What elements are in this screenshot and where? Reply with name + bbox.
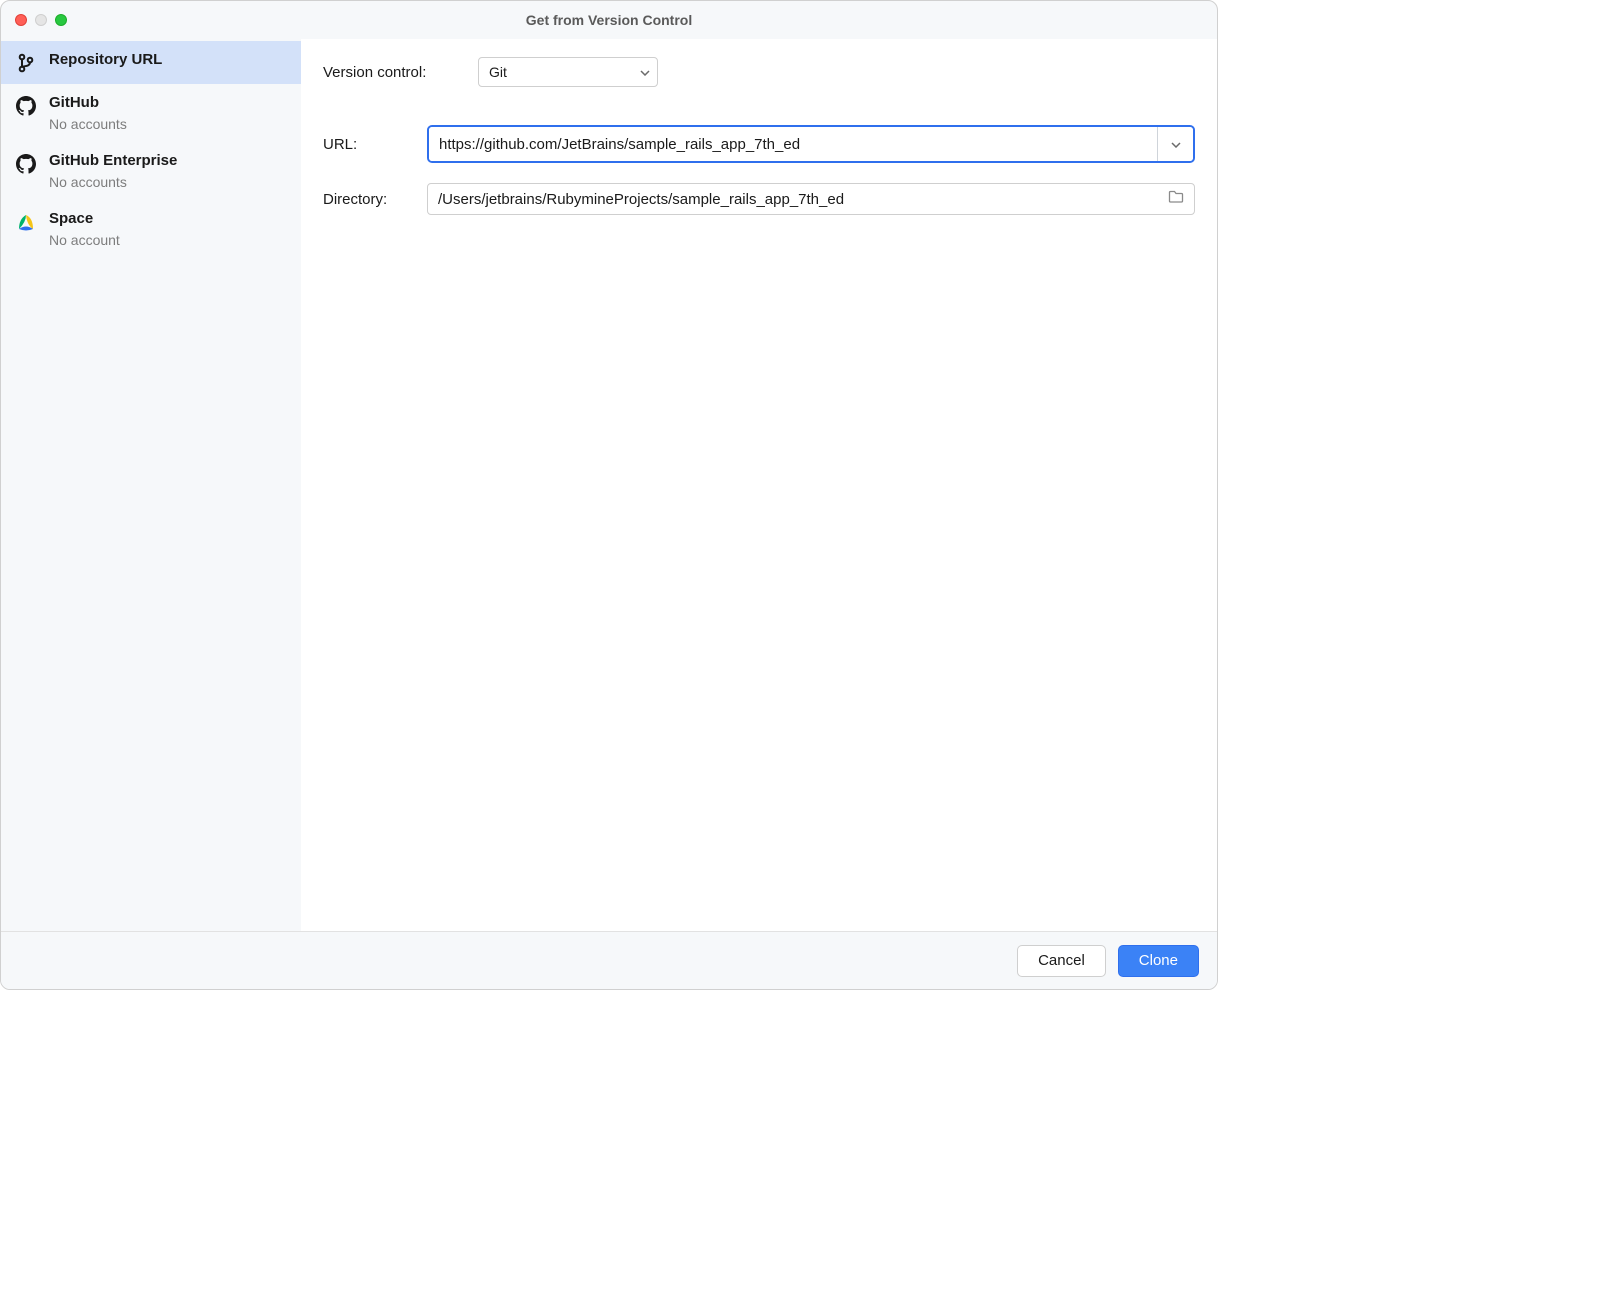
github-icon — [15, 95, 37, 117]
chevron-down-icon — [1171, 135, 1181, 153]
content-area: Repository URL GitHub No accounts — [1, 39, 1217, 931]
sidebar-item-sub: No accounts — [49, 174, 177, 190]
sidebar-item-repository-url[interactable]: Repository URL — [1, 41, 301, 84]
maximize-window-button[interactable] — [55, 14, 67, 26]
directory-field-wrap — [427, 183, 1195, 215]
url-row: URL: — [323, 125, 1195, 163]
sidebar-item-sub: No account — [49, 232, 120, 248]
sidebar-item-label: Space — [49, 210, 120, 228]
dialog-footer: Cancel Clone — [1, 931, 1217, 989]
url-label: URL: — [323, 136, 427, 153]
directory-label: Directory: — [323, 191, 427, 208]
sidebar-item-sub: No accounts — [49, 116, 127, 132]
version-control-row: Version control: Git — [323, 57, 1195, 87]
close-window-button[interactable] — [15, 14, 27, 26]
sidebar: Repository URL GitHub No accounts — [1, 39, 301, 931]
space-icon — [15, 211, 37, 233]
sidebar-item-space[interactable]: Space No account — [1, 200, 301, 258]
sidebar-item-label: GitHub Enterprise — [49, 152, 177, 170]
clone-button[interactable]: Clone — [1118, 945, 1199, 977]
cancel-button[interactable]: Cancel — [1017, 945, 1106, 977]
vcs-clone-dialog: Get from Version Control Repository URL — [0, 0, 1218, 990]
minimize-window-button[interactable] — [35, 14, 47, 26]
branch-icon — [15, 52, 37, 74]
sidebar-item-label: Repository URL — [49, 51, 162, 69]
sidebar-item-github-enterprise[interactable]: GitHub Enterprise No accounts — [1, 142, 301, 200]
url-history-button[interactable] — [1157, 127, 1193, 161]
titlebar: Get from Version Control — [1, 1, 1217, 39]
version-control-label: Version control: — [323, 64, 478, 81]
sidebar-item-github[interactable]: GitHub No accounts — [1, 84, 301, 142]
url-field-wrap — [427, 125, 1195, 163]
sidebar-item-label: GitHub — [49, 94, 127, 112]
window-title: Get from Version Control — [1, 12, 1217, 28]
version-control-value: Git — [489, 64, 507, 80]
url-input[interactable] — [429, 127, 1157, 161]
version-control-select[interactable]: Git — [478, 57, 658, 87]
directory-row: Directory: — [323, 183, 1195, 215]
folder-icon — [1168, 190, 1184, 208]
browse-directory-button[interactable] — [1158, 190, 1194, 208]
main-panel: Version control: Git URL: — [301, 39, 1217, 931]
window-controls — [15, 14, 67, 26]
directory-input[interactable] — [428, 191, 1158, 208]
github-icon — [15, 153, 37, 175]
